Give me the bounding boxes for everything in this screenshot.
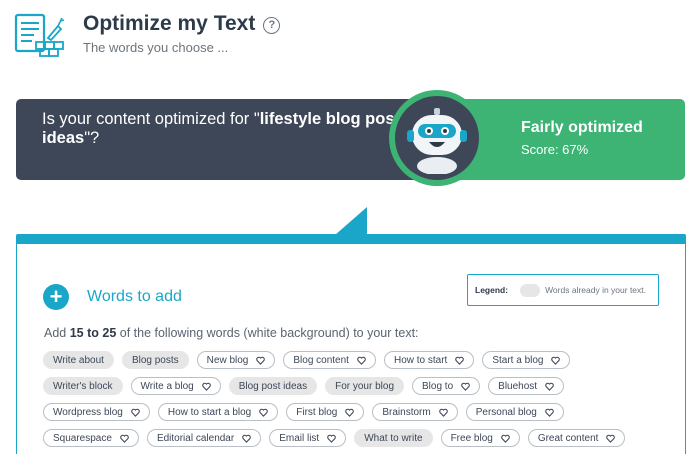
word-tag[interactable]: How to start a blog xyxy=(157,403,279,421)
word-tag-label: Blog post ideas xyxy=(238,380,308,392)
legend-label: Legend: xyxy=(475,285,509,295)
word-tag-label: Write a blog xyxy=(140,380,194,392)
page-header: Optimize my Text ? The words you choose … xyxy=(0,0,699,70)
words-to-add-panel: + Words to add Legend: Words already in … xyxy=(16,234,686,454)
heart-icon[interactable] xyxy=(201,382,211,391)
heart-icon[interactable] xyxy=(327,434,337,443)
word-tag[interactable]: Blog to xyxy=(412,377,481,395)
text-optimizer-logo-icon xyxy=(14,12,66,60)
heart-icon[interactable] xyxy=(438,408,448,417)
heart-icon[interactable] xyxy=(259,408,269,417)
tag-row: Squarespace Editorial calendar Email list W… xyxy=(43,429,673,447)
word-tag-label: Brainstorm xyxy=(382,406,431,418)
instructions: Add 15 to 25 of the following words (whi… xyxy=(44,326,419,340)
word-tag-used[interactable]: Blog posts xyxy=(121,351,189,369)
help-icon[interactable]: ? xyxy=(263,16,281,34)
heart-icon[interactable] xyxy=(545,408,554,417)
robot-avatar xyxy=(389,90,485,186)
page-title-text: Optimize my Text xyxy=(83,12,256,35)
optimization-banner: Is your content optimized for "lifestyle… xyxy=(16,99,685,180)
panel-pointer xyxy=(335,207,367,235)
words-to-add-title: Words to add xyxy=(87,288,182,305)
word-tag-label: What to write xyxy=(364,432,423,444)
word-tag-label: Write about xyxy=(53,354,104,366)
word-tag[interactable]: First blog xyxy=(286,403,365,421)
heart-icon[interactable] xyxy=(357,356,366,365)
question-suffix: "? xyxy=(84,129,100,147)
word-tag-label: Blog to xyxy=(422,380,454,392)
word-tag-used[interactable]: What to write xyxy=(354,429,433,447)
word-tag[interactable]: Free blog xyxy=(440,429,520,447)
word-tag-label: Blog content xyxy=(293,354,349,366)
tag-row: Write about Blog posts New blog Blog conten… xyxy=(43,351,673,369)
word-tag[interactable]: New blog xyxy=(196,351,276,369)
heart-icon[interactable] xyxy=(501,434,510,443)
add-words-button[interactable]: + xyxy=(43,284,69,310)
robot-icon xyxy=(407,108,467,174)
tag-row: Writer's block Write a blog Blog post idea… xyxy=(43,377,673,395)
word-tag-label: Blog posts xyxy=(131,354,179,366)
word-tag-label: Free blog xyxy=(450,432,493,444)
heart-icon[interactable] xyxy=(131,408,140,417)
heart-icon[interactable] xyxy=(256,356,266,365)
word-tag[interactable]: Great content xyxy=(527,429,626,447)
word-tag-label: Start a blog xyxy=(492,354,544,366)
heart-icon[interactable] xyxy=(455,356,465,365)
word-tag-label: Wordpress blog xyxy=(53,406,123,418)
word-tag[interactable]: Blog content xyxy=(283,351,376,369)
legend-text: Words already in your text. xyxy=(545,285,647,295)
page-title: Optimize my Text ? xyxy=(83,12,281,36)
word-tag[interactable]: Wordpress blog xyxy=(43,403,150,421)
word-tag[interactable]: Start a blog xyxy=(482,351,571,369)
word-tag-label: Email list xyxy=(279,432,320,444)
word-tag-label: How to start a blog xyxy=(167,406,252,418)
word-tag[interactable]: Personal blog xyxy=(465,403,564,421)
word-tag-label: New blog xyxy=(206,354,249,366)
word-tag-used[interactable]: For your blog xyxy=(325,377,405,395)
word-tag-label: Personal blog xyxy=(475,406,537,418)
heart-icon[interactable] xyxy=(461,382,470,391)
heart-icon[interactable] xyxy=(551,356,561,365)
legend-swatch xyxy=(520,283,541,297)
word-tag-label: How to start xyxy=(393,354,448,366)
word-tag[interactable]: Bluehost xyxy=(488,377,565,395)
word-tag[interactable]: How to start xyxy=(383,351,475,369)
legend: Legend: Words already in your text. xyxy=(467,274,659,306)
heart-icon[interactable] xyxy=(345,408,355,417)
word-tag-label: Bluehost xyxy=(498,380,538,392)
word-tag-label: First blog xyxy=(296,406,338,418)
status-label: Fairly optimized xyxy=(521,119,643,136)
instructions-prefix: Add xyxy=(44,326,70,340)
word-tag-label: Squarespace xyxy=(53,432,112,444)
word-tag[interactable]: Squarespace xyxy=(43,429,139,447)
question-prefix: Is your content optimized for " xyxy=(42,110,260,128)
heart-icon[interactable] xyxy=(545,382,554,391)
heart-icon[interactable] xyxy=(120,434,129,443)
tag-row: Wordpress blog How to start a blog First b… xyxy=(43,403,673,421)
instructions-suffix: of the following words (white background… xyxy=(116,326,419,340)
word-tag[interactable]: Brainstorm xyxy=(372,403,458,421)
word-tag-list: Write about Blog posts New blog Blog conten… xyxy=(43,351,673,454)
word-tag-label: Writer's block xyxy=(53,380,113,392)
heart-icon[interactable] xyxy=(606,434,616,443)
word-tag-used[interactable]: Write about xyxy=(43,351,114,369)
optimization-status: Fairly optimized Score: 67% xyxy=(461,99,685,180)
instructions-range: 15 to 25 xyxy=(69,326,117,340)
word-tag[interactable]: Email list xyxy=(269,429,347,447)
word-tag[interactable]: Editorial calendar xyxy=(146,429,262,447)
word-tag[interactable]: Write a blog xyxy=(130,377,221,395)
word-tag-label: Great content xyxy=(537,432,599,444)
word-tag-label: For your blog xyxy=(335,380,395,392)
score-value: Score: 67% xyxy=(521,142,589,157)
word-tag-label: Editorial calendar xyxy=(156,432,235,444)
heart-icon[interactable] xyxy=(242,434,251,443)
word-tag-used[interactable]: Writer's block xyxy=(43,377,123,395)
word-tag-used[interactable]: Blog post ideas xyxy=(228,377,318,395)
page-subtitle: The words you choose ... xyxy=(83,40,229,55)
